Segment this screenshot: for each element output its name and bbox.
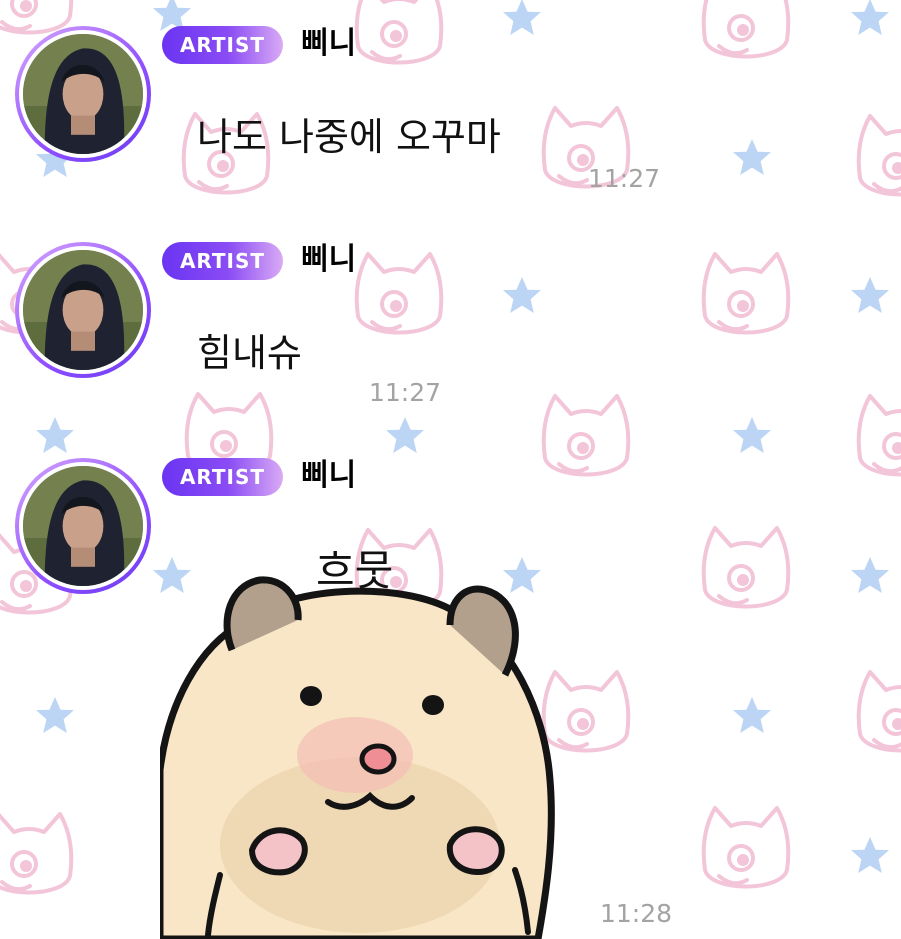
- message-text[interactable]: 나도 나중에 오꾸마: [197, 114, 501, 160]
- message-timestamp: 11:27: [588, 164, 661, 193]
- artist-badge: ARTIST: [162, 458, 283, 496]
- avatar[interactable]: [15, 26, 151, 162]
- message-text[interactable]: 힘내슈: [197, 330, 302, 376]
- sticker-caption: 흐뭇: [316, 546, 394, 595]
- avatar-photo: [23, 250, 143, 370]
- avatar[interactable]: [15, 458, 151, 594]
- sender-name[interactable]: 삐니: [301, 456, 356, 496]
- hamster-sticker[interactable]: 흐뭇: [160, 540, 560, 939]
- sender-name[interactable]: 삐니: [301, 24, 356, 64]
- avatar[interactable]: [15, 242, 151, 378]
- artist-badge: ARTIST: [162, 26, 283, 64]
- avatar-photo: [23, 34, 143, 154]
- artist-badge: ARTIST: [162, 242, 283, 280]
- hamster-sticker-art: [160, 576, 555, 939]
- message-timestamp: 11:28: [600, 899, 673, 928]
- sender-name[interactable]: 삐니: [301, 240, 356, 280]
- message-timestamp: 11:27: [369, 378, 442, 407]
- avatar-photo: [23, 466, 143, 586]
